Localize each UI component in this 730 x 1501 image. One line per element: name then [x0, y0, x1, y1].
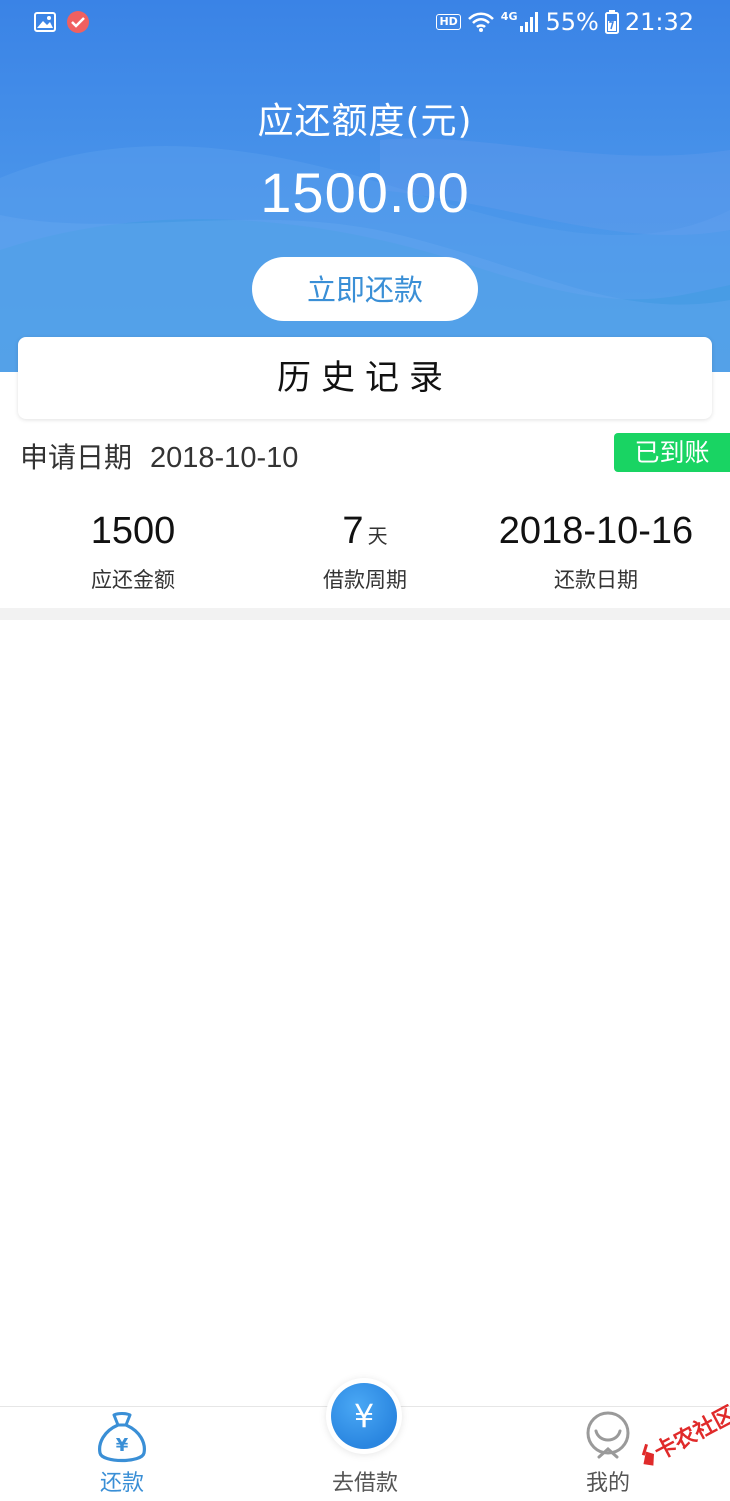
watermark-text: 卡农社区: [650, 1404, 730, 1465]
due-amount: 1500.00: [260, 161, 470, 224]
apply-date-value: 2018-10-10: [150, 442, 299, 474]
loan-record[interactable]: 申请日期 2018-10-10 已到账 1500 应还金额 7天 借款周期 201…: [0, 420, 730, 608]
stat-value: 7: [342, 510, 364, 552]
battery-percent: 55%: [545, 8, 599, 36]
apply-date-label: 申请日期: [20, 441, 133, 474]
network-type-label: 4G: [500, 10, 518, 23]
stat-value: 2018-10-16: [498, 510, 694, 552]
page-title: 应还额度(元): [257, 101, 473, 142]
stat-loan-period: 7天 借款周期: [245, 508, 485, 594]
borrow-fab-button[interactable]: ¥: [331, 1383, 397, 1449]
signal-icon: [520, 12, 539, 32]
status-bar: HD 4G 55% 21:32: [0, 0, 730, 46]
status-badge: 已到账: [614, 433, 730, 472]
stat-unit: 天: [367, 524, 388, 548]
stat-label: 借款周期: [323, 568, 407, 592]
nav-label-repay: 还款: [99, 1471, 144, 1496]
history-records-header[interactable]: 历史记录: [18, 337, 712, 419]
user-icon: [586, 1411, 630, 1459]
header-banner: HD 4G 55% 21:32 应还额度(元) 1500.00 立即还款: [0, 0, 730, 372]
battery-charging-icon: [604, 10, 619, 34]
stat-label: 还款日期: [554, 568, 638, 592]
nav-label-borrow: 去借款: [331, 1471, 398, 1496]
watermark-logo: 卡农社区: [641, 1404, 730, 1466]
status-time: 21:32: [624, 8, 694, 36]
svg-text:¥: ¥: [116, 1435, 129, 1456]
status-right-icons: HD 4G 55% 21:32: [436, 8, 694, 36]
app-notification-icon: [67, 11, 89, 33]
money-bag-icon: ¥: [98, 1412, 146, 1463]
hd-voice-icon: HD: [436, 14, 461, 30]
wifi-icon: [467, 12, 494, 32]
stat-due-amount: 1500 应还金额: [13, 508, 253, 594]
yen-icon: ¥: [353, 1397, 375, 1435]
section-divider: [0, 608, 730, 620]
status-left-icons: [34, 10, 90, 34]
repay-now-button[interactable]: 立即还款: [252, 257, 478, 321]
apply-date-row: 申请日期 2018-10-10: [20, 436, 298, 476]
stat-repay-date: 2018-10-16 还款日期: [476, 508, 716, 594]
gallery-notification-icon: [34, 12, 56, 32]
stat-label: 应还金额: [91, 568, 175, 592]
stat-value: 1500: [90, 510, 176, 552]
nav-item-repay[interactable]: ¥ 还款: [42, 1407, 202, 1501]
record-stats: 1500 应还金额 7天 借款周期 2018-10-16 还款日期: [0, 508, 730, 598]
